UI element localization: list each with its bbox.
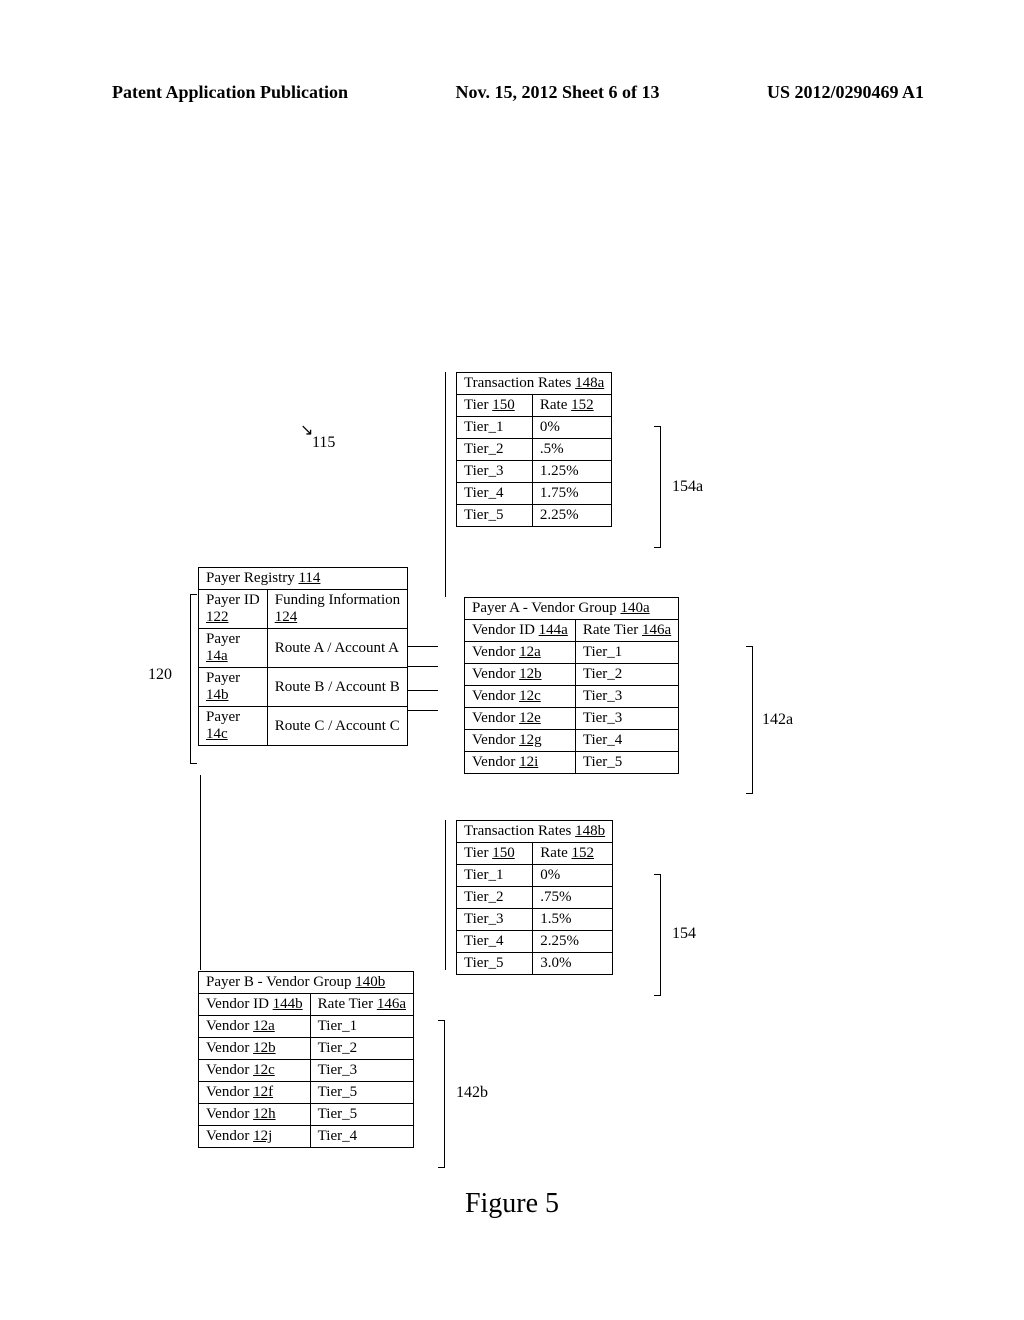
- ref-142b: 142b: [456, 1084, 488, 1102]
- bracket-icon: [752, 646, 753, 794]
- table-row: Vendor 12cTier_3: [465, 686, 679, 708]
- table-row: Vendor 12gTier_4: [465, 730, 679, 752]
- rates-b-rate-header: Rate 152: [533, 843, 613, 865]
- ref-120: 120: [148, 666, 172, 684]
- payer-registry-title: Payer Registry 114: [199, 568, 408, 590]
- table-row: Payer 14c Route C / Account C: [199, 707, 408, 746]
- table-row: Payer 14a Route A / Account A: [199, 629, 408, 668]
- table-row: Tier_10%: [457, 865, 613, 887]
- table-row: Tier_2.5%: [457, 439, 612, 461]
- table-row: Vendor 12fTier_5: [199, 1082, 414, 1104]
- connector-line: [408, 690, 438, 691]
- table-row: Vendor 12bTier_2: [199, 1038, 414, 1060]
- ref-142a: 142a: [762, 711, 793, 729]
- table-row: Vendor 12jTier_4: [199, 1126, 414, 1148]
- table-row: Tier_52.25%: [457, 505, 612, 527]
- vendor-group-a-title: Payer A - Vendor Group 140a: [465, 598, 679, 620]
- rates-b-tier-header: Tier 150: [457, 843, 533, 865]
- bracket-icon: [660, 874, 661, 996]
- rates-a-tier-header: Tier 150: [457, 395, 533, 417]
- rate-tier-header: Rate Tier 146a: [575, 620, 678, 642]
- ref-154a: 154a: [672, 478, 703, 496]
- ref-115: 115: [312, 434, 335, 452]
- rates-a-rate-header: Rate 152: [532, 395, 611, 417]
- table-row: Tier_41.75%: [457, 483, 612, 505]
- vendor-group-a-table: Payer A - Vendor Group 140a Vendor ID 14…: [464, 597, 679, 774]
- connector-line: [408, 710, 438, 711]
- table-row: Vendor 12aTier_1: [199, 1016, 414, 1038]
- table-row: Tier_53.0%: [457, 953, 613, 975]
- ref-154: 154: [672, 925, 696, 943]
- bracket-icon: [190, 594, 191, 764]
- header-center: Nov. 15, 2012 Sheet 6 of 13: [456, 82, 660, 103]
- connector-line: [408, 666, 438, 667]
- table-row: Payer 14b Route B / Account B: [199, 668, 408, 707]
- vendor-id-header: Vendor ID 144a: [465, 620, 576, 642]
- table-row: Vendor 12cTier_3: [199, 1060, 414, 1082]
- vendor-id-header: Vendor ID 144b: [199, 994, 311, 1016]
- table-row: Tier_31.25%: [457, 461, 612, 483]
- connector-line: [445, 820, 446, 970]
- header-right: US 2012/0290469 A1: [767, 82, 924, 103]
- vendor-group-b-table: Payer B - Vendor Group 140b Vendor ID 14…: [198, 971, 414, 1148]
- table-row: Tier_10%: [457, 417, 612, 439]
- table-row: Tier_31.5%: [457, 909, 613, 931]
- table-row: Vendor 12hTier_5: [199, 1104, 414, 1126]
- transaction-rates-b-table: Transaction Rates 148b Tier 150 Rate 152…: [456, 820, 613, 975]
- connector-line: [200, 775, 201, 970]
- rates-a-title: Transaction Rates 148a: [457, 373, 612, 395]
- transaction-rates-a-table: Transaction Rates 148a Tier 150 Rate 152…: [456, 372, 612, 527]
- table-row: Vendor 12aTier_1: [465, 642, 679, 664]
- bracket-icon: [660, 426, 661, 548]
- figure-caption: Figure 5: [0, 1188, 1024, 1220]
- table-row: Tier_42.25%: [457, 931, 613, 953]
- table-row: Vendor 12iTier_5: [465, 752, 679, 774]
- header-left: Patent Application Publication: [112, 82, 348, 103]
- rates-b-title: Transaction Rates 148b: [457, 821, 613, 843]
- payer-registry-table: Payer Registry 114 Payer ID 122 Funding …: [198, 567, 408, 746]
- table-row: Vendor 12bTier_2: [465, 664, 679, 686]
- table-row: Vendor 12eTier_3: [465, 708, 679, 730]
- connector-line: [445, 372, 446, 597]
- bracket-icon: [444, 1020, 445, 1168]
- table-row: Tier_2.75%: [457, 887, 613, 909]
- page-header: Patent Application Publication Nov. 15, …: [112, 82, 924, 103]
- vendor-group-b-title: Payer B - Vendor Group 140b: [199, 972, 414, 994]
- funding-header: Funding Information 124: [267, 590, 407, 629]
- rate-tier-header: Rate Tier 146a: [310, 994, 413, 1016]
- payer-id-header: Payer ID 122: [199, 590, 268, 629]
- connector-line: [408, 646, 438, 647]
